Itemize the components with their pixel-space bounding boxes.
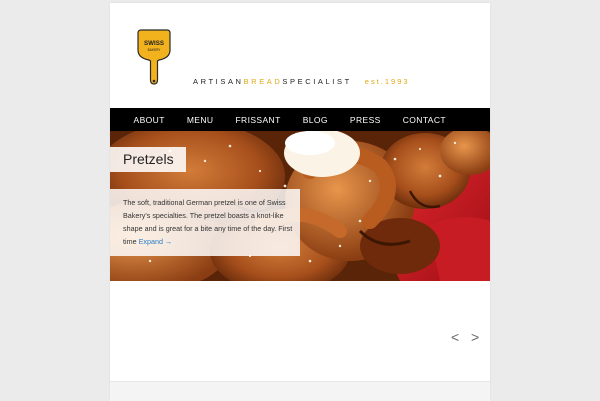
nav-item-about[interactable]: ABOUT: [134, 115, 165, 125]
nav-item-contact[interactable]: CONTACT: [403, 115, 446, 125]
tagline-specialist: SPECIALIST: [282, 77, 352, 86]
page-container: SWISS BAKERY ARTISANBREADSPECIALIST est.1…: [110, 3, 490, 401]
slide-caption: The soft, traditional German pretzel is …: [110, 189, 300, 256]
hero-slider: Pretzels The soft, traditional German pr…: [110, 131, 490, 281]
nav-item-blog[interactable]: BLOG: [303, 115, 328, 125]
footer-strip: [110, 381, 490, 401]
swiss-bakery-logo[interactable]: SWISS BAKERY: [137, 28, 171, 86]
nav-item-frissant[interactable]: FRISSANT: [235, 115, 280, 125]
nav-item-press[interactable]: PRESS: [350, 115, 381, 125]
tagline-artisan: ARTISAN: [193, 77, 244, 86]
slide-title: Pretzels: [110, 147, 186, 172]
logo-text-bakery: BAKERY: [148, 48, 162, 52]
chevron-left-icon[interactable]: <: [451, 330, 459, 344]
tagline: ARTISANBREADSPECIALIST est.1993: [193, 77, 410, 86]
chevron-right-icon[interactable]: >: [471, 330, 479, 344]
expand-link[interactable]: Expand →: [139, 237, 173, 246]
nav-item-menu[interactable]: MENU: [187, 115, 214, 125]
main-nav: ABOUT MENU FRISSANT BLOG PRESS CONTACT: [110, 108, 490, 131]
tagline-bread: BREAD: [243, 77, 283, 86]
tagline-established: est.1993: [364, 77, 410, 86]
logo-text-swiss: SWISS: [144, 40, 164, 47]
